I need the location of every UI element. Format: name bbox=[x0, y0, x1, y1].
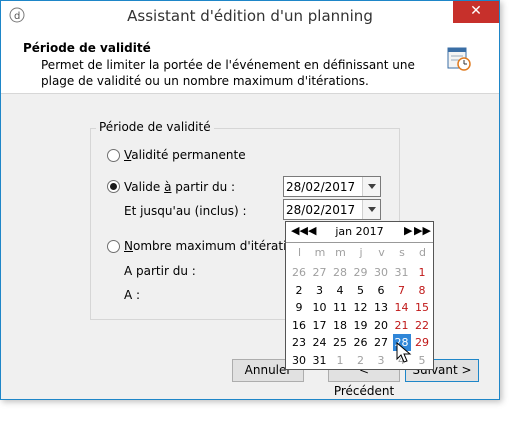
calendar-day[interactable]: 30 bbox=[290, 352, 308, 369]
calendar-day[interactable]: 17 bbox=[311, 317, 329, 334]
calendar-day[interactable]: 6 bbox=[372, 282, 390, 299]
calendar-day[interactable]: 14 bbox=[393, 299, 411, 316]
calendar-day[interactable]: 20 bbox=[372, 317, 390, 334]
until-date-picker[interactable]: 28/02/2017 bbox=[283, 199, 381, 220]
calendar-day[interactable]: 8 bbox=[413, 282, 431, 299]
from-date-picker[interactable]: 28/02/2017 bbox=[283, 176, 381, 197]
calendar-day[interactable]: 26 bbox=[352, 334, 370, 351]
next-year-icon[interactable]: ▶▶ bbox=[414, 224, 431, 237]
calendar-day[interactable]: 29 bbox=[352, 264, 370, 281]
calendar-day[interactable]: 31 bbox=[393, 264, 411, 281]
calendar-day[interactable]: 9 bbox=[290, 299, 308, 316]
calendar-day[interactable]: 12 bbox=[352, 299, 370, 316]
calendar-day[interactable]: 26 bbox=[290, 264, 308, 281]
calendar-weekday-header: l bbox=[297, 246, 302, 259]
calendar-day[interactable]: 2 bbox=[290, 282, 308, 299]
calendar-day[interactable]: 30 bbox=[372, 264, 390, 281]
calendar-weekday-header: j bbox=[359, 246, 363, 259]
from-date-value: 28/02/2017 bbox=[286, 180, 356, 194]
calendar-day[interactable]: 1 bbox=[413, 264, 431, 281]
label-valid-from-prefix: Valide bbox=[124, 180, 165, 194]
calendar-day[interactable]: 23 bbox=[290, 334, 308, 351]
title-bar: d Assistant d'édition d'un planning ✕ bbox=[1, 1, 499, 31]
close-button[interactable]: ✕ bbox=[453, 1, 499, 23]
from-date-dropdown-icon[interactable] bbox=[362, 177, 380, 196]
until-date-dropdown-icon[interactable] bbox=[362, 200, 380, 219]
calendar-day[interactable]: 13 bbox=[372, 299, 390, 316]
groupbox-label: Période de validité bbox=[96, 120, 214, 134]
calendar-day[interactable]: 11 bbox=[331, 299, 349, 316]
calendar-day[interactable]: 19 bbox=[352, 317, 370, 334]
start-label: A partir du : bbox=[124, 264, 196, 278]
label-max-suffix: ombre maximum d'itérations bbox=[132, 239, 308, 253]
calendar-day[interactable]: 22 bbox=[413, 317, 431, 334]
calendar-day[interactable]: 7 bbox=[393, 282, 411, 299]
calendar-day[interactable]: 18 bbox=[331, 317, 349, 334]
calendar-weekday-header: v bbox=[378, 246, 385, 259]
calendar-nav: ◀◀ ◀ jan 2017 ▶ ▶▶ bbox=[286, 222, 433, 243]
radio-permanent[interactable] bbox=[107, 149, 120, 162]
label-permanent[interactable]: Validité permanente bbox=[124, 148, 246, 162]
next-month-icon[interactable]: ▶ bbox=[404, 224, 412, 237]
until-label: Et jusqu'au (inclus) : bbox=[124, 204, 247, 218]
label-max-accel: N bbox=[124, 239, 133, 253]
wizard-header: Période de validité Permet de limiter la… bbox=[1, 31, 499, 94]
calendar-day[interactable]: 5 bbox=[413, 352, 431, 369]
calendar-day[interactable]: 27 bbox=[311, 264, 329, 281]
label-max-iterations[interactable]: Nombre maximum d'itérations bbox=[124, 239, 308, 253]
calendar-day[interactable]: 3 bbox=[311, 282, 329, 299]
calendar-day[interactable]: 16 bbox=[290, 317, 308, 334]
mouse-pointer-icon bbox=[396, 342, 412, 363]
calendar-day[interactable]: 1 bbox=[331, 352, 349, 369]
radio-valid-from[interactable] bbox=[107, 180, 120, 193]
calendar-weekday-header: m bbox=[335, 246, 346, 259]
label-permanent-suffix: alidité permanente bbox=[131, 148, 246, 162]
calendar-day[interactable]: 31 bbox=[311, 352, 329, 369]
calendar-day[interactable]: 25 bbox=[331, 334, 349, 351]
to-label: A : bbox=[124, 288, 141, 302]
calendar-day[interactable]: 3 bbox=[372, 352, 390, 369]
label-valid-from[interactable]: Valide à partir du : bbox=[124, 180, 235, 194]
until-date-value: 28/02/2017 bbox=[286, 203, 356, 217]
calendar-day[interactable]: 21 bbox=[393, 317, 411, 334]
calendar-day[interactable]: 10 bbox=[311, 299, 329, 316]
calendar-weekday-header: m bbox=[314, 246, 326, 259]
label-valid-from-suffix: partir du : bbox=[171, 180, 236, 194]
window-title: Assistant d'édition d'un planning bbox=[127, 7, 373, 25]
calendar-day[interactable]: 2 bbox=[352, 352, 370, 369]
calendar-weekday-header: d bbox=[419, 246, 426, 259]
calendar-clock-icon bbox=[447, 47, 471, 71]
page-description: Permet de limiter la portée de l'événeme… bbox=[41, 58, 415, 88]
calendar-day[interactable]: 27 bbox=[372, 334, 390, 351]
calendar-day[interactable]: 15 bbox=[413, 299, 431, 316]
page-title: Période de validité bbox=[23, 41, 151, 55]
radio-max-iterations[interactable] bbox=[107, 240, 120, 253]
calendar-day[interactable]: 29 bbox=[413, 334, 431, 351]
calendar-weekday-header: s bbox=[399, 246, 405, 259]
calendar-day[interactable]: 5 bbox=[352, 282, 370, 299]
calendar-day[interactable]: 24 bbox=[311, 334, 329, 351]
calendar-day[interactable]: 28 bbox=[331, 264, 349, 281]
calendar-day[interactable]: 4 bbox=[331, 282, 349, 299]
